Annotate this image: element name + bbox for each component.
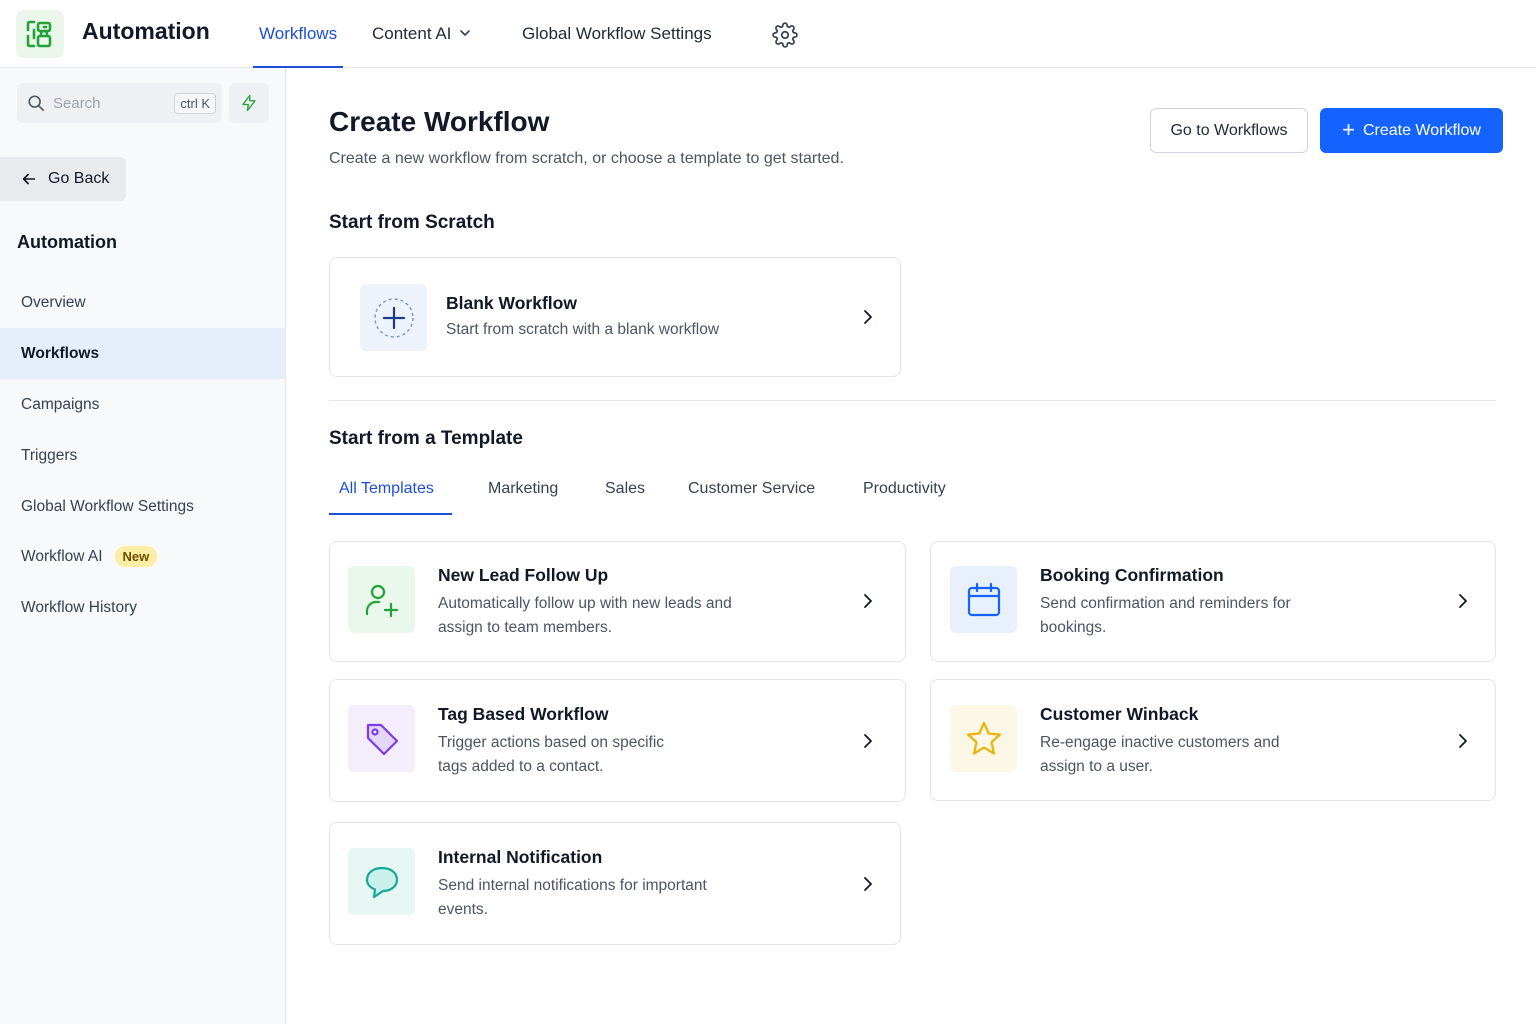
tag-icon <box>348 705 415 772</box>
chevron-right-icon <box>1459 734 1467 748</box>
blank-workflow-card[interactable]: Blank Workflow Start from scratch with a… <box>329 257 901 377</box>
quick-actions-button[interactable] <box>229 83 269 123</box>
card-title: Customer Winback <box>1040 704 1199 724</box>
chevron-right-icon <box>864 877 872 891</box>
new-badge: New <box>114 546 158 567</box>
chevron-right-icon <box>864 594 872 608</box>
card-description: Start from scratch with a blank workflow <box>446 321 720 338</box>
tab-customer-service[interactable]: Customer Service <box>688 480 815 498</box>
card-description-line: events. <box>438 901 488 918</box>
star-icon <box>950 705 1017 772</box>
template-card-tag-based-workflow[interactable]: Tag Based Workflow Trigger actions based… <box>329 679 906 802</box>
card-title: Blank Workflow <box>446 293 577 313</box>
tab-marketing[interactable]: Marketing <box>488 480 558 498</box>
create-workflow-label: Create Workflow <box>1362 121 1481 139</box>
chevron-right-icon <box>864 734 872 748</box>
lightning-bolt-icon <box>242 94 256 112</box>
page-subtitle: Create a new workflow from scratch, or c… <box>329 150 844 167</box>
app-title: Automation <box>82 18 210 44</box>
sidebar-item-workflows[interactable]: Workflows <box>0 328 286 379</box>
sidebar-item-label: Overview <box>21 293 86 311</box>
sidebar: Search ctrl K Go Back Automation Overvie… <box>0 68 286 1024</box>
arrow-left-icon <box>22 173 36 185</box>
nav-tab-label: Content AI <box>372 24 452 43</box>
template-card-new-lead-follow-up[interactable]: New Lead Follow Up Automatically follow … <box>329 541 906 662</box>
nav-tab-label: Workflows <box>259 24 338 43</box>
plus-circle-icon <box>360 284 427 351</box>
nav-tab-global-workflow-settings[interactable]: Global Workflow Settings <box>522 24 712 68</box>
sidebar-item-overview[interactable]: Overview <box>0 277 286 328</box>
tab-productivity[interactable]: Productivity <box>863 480 946 498</box>
go-back-button[interactable]: Go Back <box>0 157 126 201</box>
chevron-right-icon <box>864 310 872 324</box>
sidebar-item-label: Workflows <box>21 344 100 362</box>
nav-tab-label: Global Workflow Settings <box>522 24 712 43</box>
template-card-internal-notification[interactable]: Internal Notification Send internal noti… <box>329 822 901 945</box>
start-from-template-heading: Start from a Template <box>329 428 523 449</box>
nav-tab-workflows[interactable]: Workflows <box>252 24 344 68</box>
section-divider <box>329 400 1496 401</box>
sidebar-item-label: Workflow AI <box>21 547 103 565</box>
card-description-line: Send confirmation and reminders for <box>1040 595 1291 612</box>
user-plus-icon <box>348 566 415 633</box>
card-description-line: tags added to a contact. <box>438 758 604 775</box>
go-back-label: Go Back <box>48 170 110 187</box>
sidebar-item-global-workflow-settings[interactable]: Global Workflow Settings <box>0 481 286 532</box>
sidebar-item-label: Global Workflow Settings <box>21 497 194 515</box>
tab-sales[interactable]: Sales <box>605 480 645 498</box>
sidebar-item-triggers[interactable]: Triggers <box>0 430 286 481</box>
card-title: Tag Based Workflow <box>438 704 609 724</box>
chevron-right-icon <box>1459 594 1467 608</box>
calendar-icon <box>950 566 1017 633</box>
card-title: New Lead Follow Up <box>438 565 609 585</box>
card-description-line: assign to team members. <box>438 619 613 636</box>
card-description-line: Re-engage inactive customers and <box>1040 734 1280 751</box>
tab-all-templates[interactable]: All Templates <box>339 480 434 498</box>
card-description-line: assign to a user. <box>1040 758 1153 775</box>
create-workflow-button[interactable]: + Create Workflow <box>1320 108 1503 153</box>
card-description-line: Automatically follow up with new leads a… <box>438 595 732 612</box>
top-navigation-bar: Automation Workflows Content AI Global W… <box>0 0 1536 68</box>
active-tab-indicator <box>329 513 452 515</box>
search-placeholder: Search <box>53 94 101 112</box>
search-input[interactable]: Search ctrl K <box>17 83 222 123</box>
sidebar-item-campaigns[interactable]: Campaigns <box>0 379 286 430</box>
start-from-scratch-heading: Start from Scratch <box>329 212 495 233</box>
template-card-booking-confirmation[interactable]: Booking Confirmation Send confirmation a… <box>930 541 1496 662</box>
search-shortcut-hint: ctrl K <box>174 92 216 114</box>
sidebar-section-title: Automation <box>17 232 117 252</box>
chevron-down-icon <box>460 30 471 36</box>
plus-icon: + <box>1342 116 1355 142</box>
sidebar-item-label: Workflow History <box>21 598 137 616</box>
card-title: Internal Notification <box>438 847 603 867</box>
page-title: Create Workflow <box>329 106 550 137</box>
sidebar-item-label: Triggers <box>21 446 78 464</box>
search-icon <box>28 95 45 112</box>
card-description-line: bookings. <box>1040 619 1107 636</box>
card-description-line: Trigger actions based on specific <box>438 734 665 751</box>
app-logo-icon[interactable] <box>16 10 64 58</box>
gear-icon[interactable] <box>772 22 798 48</box>
go-to-workflows-button[interactable]: Go to Workflows <box>1150 108 1308 153</box>
template-card-customer-winback[interactable]: Customer Winback Re-engage inactive cust… <box>930 679 1496 801</box>
card-title: Booking Confirmation <box>1040 565 1224 585</box>
sidebar-item-label: Campaigns <box>21 395 100 413</box>
sidebar-item-workflow-ai[interactable]: Workflow AI New <box>0 531 286 582</box>
chat-bubble-icon <box>348 848 415 915</box>
sidebar-item-workflow-history[interactable]: Workflow History <box>0 582 286 633</box>
nav-tab-content-ai[interactable]: Content AI <box>372 24 471 68</box>
card-description-line: Send internal notifications for importan… <box>438 877 707 894</box>
